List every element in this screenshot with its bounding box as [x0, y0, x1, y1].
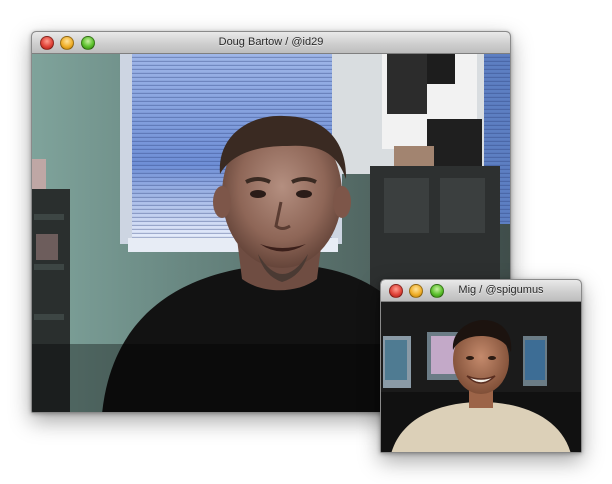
self-video-image [381, 302, 581, 452]
self-view-title: Mig / @spigumus [458, 284, 544, 296]
main-window-titlebar[interactable]: Doug Bartow / @id29 [32, 32, 510, 54]
self-view-window[interactable]: Mig / @spigumus [380, 279, 582, 453]
self-view-titlebar[interactable]: Mig / @spigumus [381, 280, 581, 302]
main-window-title: Doug Bartow / @id29 [218, 36, 324, 48]
self-video-feed [381, 302, 581, 452]
